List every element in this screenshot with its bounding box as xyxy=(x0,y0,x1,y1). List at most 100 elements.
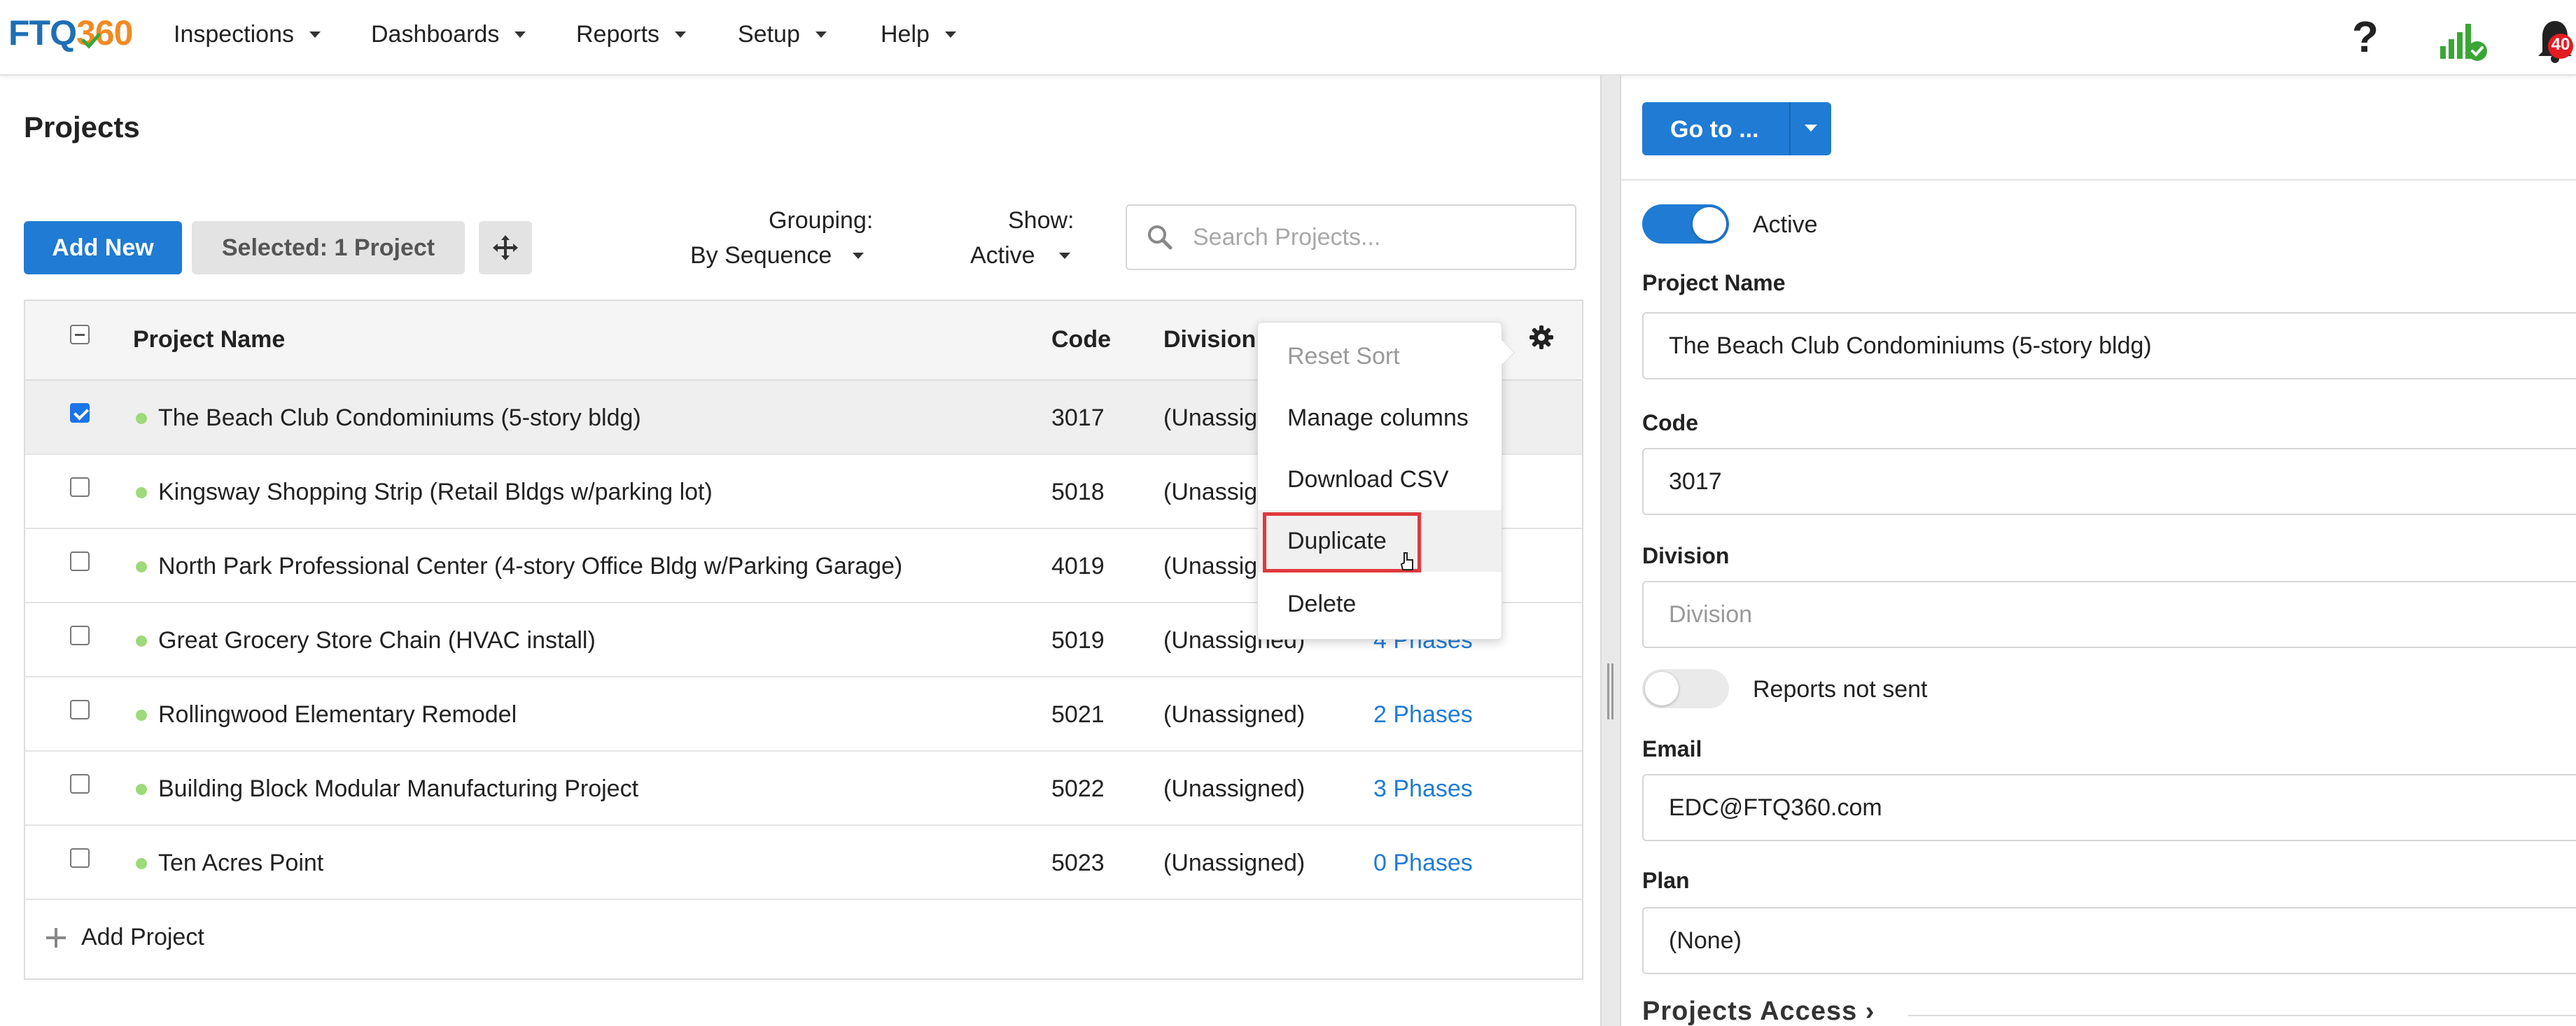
search-icon xyxy=(1148,225,1172,250)
panel-splitter[interactable] xyxy=(1600,76,1621,1026)
project-name-cell[interactable]: North Park Professional Center (4-story … xyxy=(158,553,902,580)
row-checkbox[interactable] xyxy=(70,700,90,719)
plan-select[interactable]: (None) xyxy=(1642,907,2576,974)
table-row[interactable]: Ten Acres Point 5023 (Unassigned) 0 Phas… xyxy=(25,826,1582,900)
division-label: Division xyxy=(1642,543,1730,568)
active-status-dot xyxy=(136,413,147,424)
chevron-down-icon xyxy=(675,31,687,38)
top-navigation-bar: FTQ360 Inspections Dashboards Reports Se… xyxy=(0,0,2576,76)
logo-check-icon xyxy=(81,33,101,49)
signal-connected-icon[interactable] xyxy=(2439,18,2489,63)
ftq360-logo[interactable]: FTQ360 xyxy=(8,13,133,55)
email-field[interactable]: EDC@FTQ360.com xyxy=(1642,774,2576,841)
hand-cursor-icon xyxy=(1400,552,1413,570)
code-field[interactable]: 3017 xyxy=(1642,448,2576,515)
division-cell: (Unassig xyxy=(1163,405,1258,431)
gear-icon[interactable] xyxy=(1527,323,1555,351)
division-cell: (Unassig xyxy=(1163,479,1258,505)
nav-dashboards-menu[interactable]: Dashboards xyxy=(371,21,526,48)
nav-help-menu[interactable]: Help xyxy=(881,21,956,48)
active-status-dot xyxy=(136,710,147,721)
column-options-menu: Reset Sort Manage columns Download CSV D… xyxy=(1257,322,1502,640)
project-name-cell[interactable]: Building Block Modular Manufacturing Pro… xyxy=(158,775,638,803)
select-all-checkbox[interactable] xyxy=(70,325,90,344)
move-arrows-icon xyxy=(493,235,518,260)
project-name-cell[interactable]: Great Grocery Store Chain (HVAC install) xyxy=(158,627,596,654)
code-cell: 5018 xyxy=(1051,479,1105,505)
row-checkbox[interactable] xyxy=(70,774,90,794)
table-row[interactable]: Building Block Modular Manufacturing Pro… xyxy=(25,752,1582,826)
project-name-field[interactable]: The Beach Club Condominiums (5-story bld… xyxy=(1642,312,2576,379)
menu-item-reset-sort[interactable]: Reset Sort xyxy=(1258,325,1502,387)
chevron-down-icon xyxy=(944,31,956,38)
selected-count-button[interactable]: Selected: 1 Project xyxy=(192,221,465,274)
active-status-dot xyxy=(136,561,147,572)
code-label: Code xyxy=(1642,410,1698,435)
menu-item-download-csv[interactable]: Download CSV xyxy=(1258,449,1502,510)
active-label: Active xyxy=(1753,211,1818,238)
page-title: Projects xyxy=(24,111,140,143)
project-name-cell[interactable]: Ten Acres Point xyxy=(158,850,323,877)
goto-button[interactable]: Go to ... xyxy=(1642,102,1831,155)
column-header-division[interactable]: Division xyxy=(1163,326,1256,353)
plan-label: Plan xyxy=(1642,868,1690,893)
menu-item-manage-columns[interactable]: Manage columns xyxy=(1258,387,1502,449)
goto-dropdown-caret-icon[interactable] xyxy=(1805,125,1817,132)
projects-access-section-toggle[interactable]: Projects Access › xyxy=(1642,997,1875,1026)
active-status-dot xyxy=(136,487,147,498)
phases-link[interactable]: 3 Phases xyxy=(1373,775,1473,803)
project-name-cell[interactable]: The Beach Club Condominiums (5-story bld… xyxy=(158,405,641,432)
grouping-label: Grouping: xyxy=(769,207,874,234)
help-question-icon[interactable]: ? xyxy=(2352,13,2379,62)
table-row[interactable]: Rollingwood Elementary Remodel 5021 (Una… xyxy=(25,677,1582,752)
plus-icon xyxy=(46,927,66,948)
notification-count-badge: 40 xyxy=(2551,35,2570,54)
code-cell: 5023 xyxy=(1051,850,1105,876)
divider xyxy=(1621,179,2576,181)
division-cell: (Unassigned) xyxy=(1163,850,1306,876)
move-button[interactable] xyxy=(479,221,532,274)
phases-link[interactable]: 0 Phases xyxy=(1373,850,1473,877)
section-divider xyxy=(1908,1015,2576,1016)
nav-inspections-menu[interactable]: Inspections xyxy=(174,21,321,48)
nav-reports-menu[interactable]: Reports xyxy=(576,21,687,48)
active-status-dot xyxy=(136,635,147,647)
project-name-cell[interactable]: Kingsway Shopping Strip (Retail Bldgs w/… xyxy=(158,479,713,506)
show-filter-dropdown[interactable]: Active xyxy=(970,242,1070,269)
chevron-down-icon xyxy=(853,253,864,259)
grouping-dropdown[interactable]: By Sequence xyxy=(690,242,864,269)
menu-item-delete[interactable]: Delete xyxy=(1258,573,1502,635)
chevron-down-icon xyxy=(815,31,827,38)
search-projects-box[interactable] xyxy=(1126,204,1576,270)
row-checkbox[interactable] xyxy=(70,848,90,868)
project-name-cell[interactable]: Rollingwood Elementary Remodel xyxy=(158,701,517,729)
nav-setup-menu[interactable]: Setup xyxy=(738,21,827,48)
add-new-button[interactable]: Add New xyxy=(24,221,182,274)
email-label: Email xyxy=(1642,736,1702,761)
active-status-dot xyxy=(136,858,147,869)
active-toggle[interactable] xyxy=(1642,204,1729,244)
chevron-down-icon xyxy=(309,31,321,38)
menu-item-duplicate[interactable]: Duplicate xyxy=(1258,510,1502,572)
add-project-button[interactable]: Add Project xyxy=(46,924,204,951)
phases-link[interactable]: 2 Phases xyxy=(1373,701,1473,729)
row-checkbox[interactable] xyxy=(70,403,90,423)
search-input[interactable] xyxy=(1193,223,1557,251)
reports-not-sent-label: Reports not sent xyxy=(1753,676,1928,703)
code-cell: 5019 xyxy=(1051,627,1105,654)
column-header-code[interactable]: Code xyxy=(1051,326,1111,353)
row-checkbox[interactable] xyxy=(70,477,90,497)
column-header-project-name[interactable]: Project Name xyxy=(133,326,285,353)
active-status-dot xyxy=(136,784,147,795)
division-field[interactable]: Division xyxy=(1642,581,2576,648)
splitter-grip-icon[interactable] xyxy=(1607,663,1616,719)
row-checkbox[interactable] xyxy=(70,626,90,645)
row-checkbox[interactable] xyxy=(70,551,90,571)
show-label: Show: xyxy=(1008,207,1074,234)
code-cell: 3017 xyxy=(1051,405,1105,431)
reports-not-sent-toggle[interactable] xyxy=(1642,669,1729,708)
project-name-label: Project Name xyxy=(1642,270,1786,295)
division-cell: (Unassigned) xyxy=(1163,701,1306,728)
chevron-down-icon xyxy=(1058,253,1070,259)
code-cell: 5022 xyxy=(1051,775,1105,802)
